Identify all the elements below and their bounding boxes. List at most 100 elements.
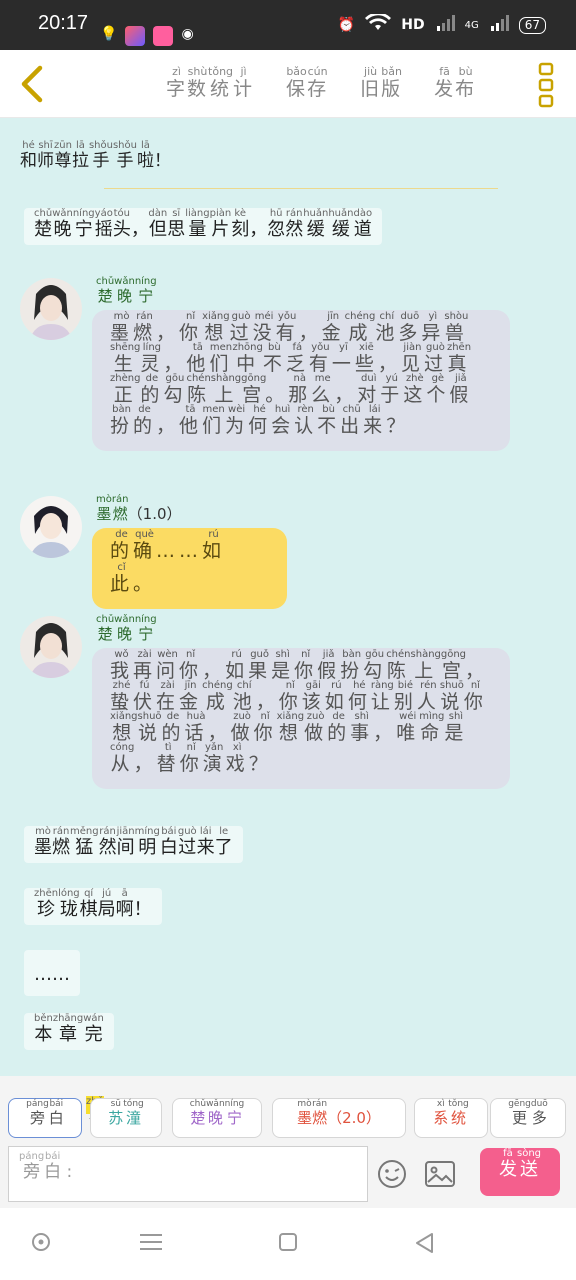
home-square-icon[interactable] <box>278 1232 298 1252</box>
message-char: 晚wǎn <box>52 208 73 240</box>
chat-area[interactable]: 和hé师shī尊zūn拉lā手shǒu手shǒu啦lā！ 楚chǔ晚wǎn宁ní… <box>0 118 576 1076</box>
message-char: 如rú <box>324 680 348 713</box>
role-button-system[interactable]: 系xì统tǒng <box>414 1098 488 1138</box>
message-char: 珍zhēn <box>34 888 59 920</box>
message-char: 白bái <box>159 826 178 858</box>
header-action-0[interactable]: 字zì数shù统tǒng计jì <box>166 65 254 101</box>
message-char: 做zuò <box>230 711 254 744</box>
role-button-su-tong[interactable]: 苏sū潼tóng <box>90 1098 162 1138</box>
menu-icon[interactable] <box>140 1232 162 1252</box>
message-char: 是shì <box>271 649 295 682</box>
back-triangle-icon[interactable] <box>414 1232 434 1254</box>
message-char: 该gāi <box>301 680 325 713</box>
header-action-2[interactable]: 旧jiù版bǎn <box>360 65 402 101</box>
message-char: 拉lā <box>71 140 89 171</box>
message-char: 多duō <box>398 311 422 344</box>
message-char: 上shàng <box>210 373 242 406</box>
message-char: 唯wéi <box>396 711 420 744</box>
message-char: 他tā <box>179 404 203 437</box>
message-input[interactable]: 旁páng白bái : <box>8 1146 368 1202</box>
message-char: 宫gōng <box>440 649 467 682</box>
header-action-char: 统tǒng <box>208 65 234 100</box>
role-char: 燃rán <box>312 1099 328 1127</box>
message-char: 师shī <box>37 140 54 171</box>
image-icon[interactable] <box>424 1160 456 1188</box>
header-action-3[interactable]: 发fā布bù <box>434 65 476 101</box>
role-button-narrator[interactable]: 旁páng白bái <box>8 1098 82 1138</box>
avatar-mo-ran[interactable] <box>20 496 82 558</box>
role-button-more[interactable]: 更gēng多duō <box>490 1098 566 1138</box>
message-char: 个gè <box>426 373 450 406</box>
message-char: 们men <box>202 404 226 437</box>
message-char: 兽shòu <box>444 311 469 344</box>
message-char: 的de <box>327 711 351 744</box>
message-char: 命mìng <box>419 711 445 744</box>
narration-box[interactable]: 本běn章zhāng完wán <box>24 1013 114 1050</box>
message-char: 问wèn <box>156 649 180 682</box>
message-char: 燃rán <box>133 311 157 344</box>
message-char: 上shàng <box>410 649 441 682</box>
message-char: 蛰zhé <box>110 680 134 713</box>
message-char: 在zài <box>156 680 180 713</box>
message-char: 的de <box>161 711 185 744</box>
narration-box[interactable]: 墨mò燃rán猛měng然rán间jiān明míng白bái过guò来lái了l… <box>24 826 243 863</box>
input-placeholder-char: 旁páng <box>19 1151 45 1182</box>
dialogue-bubble[interactable]: 的de确què……如rú此cǐ。 <box>92 528 287 609</box>
header-action-1[interactable]: 保bǎo存cún <box>286 65 328 101</box>
message-char: 们men <box>209 342 233 375</box>
role-char: 统tǒng <box>448 1099 469 1127</box>
message-char: 陈chén <box>386 649 411 682</box>
more-menu-icon[interactable] <box>538 62 554 108</box>
dialogue-bubble[interactable]: 我wǒ再zài问wèn你nǐ，如rú果guǒ是shì你nǐ假jiǎ扮bàn勾gō… <box>92 648 510 789</box>
message-char: 明míng <box>134 826 160 858</box>
battery-icon: 67 <box>518 16 546 34</box>
signal-icon-1 <box>435 14 455 36</box>
message-char: 想xiǎng <box>202 311 230 344</box>
message-char: 出chū <box>340 404 364 437</box>
message-char: 你nǐ <box>179 649 203 682</box>
message-char: 扮bàn <box>340 649 364 682</box>
message-char: 刻kè <box>231 208 250 240</box>
message-char: 过guò <box>229 311 253 344</box>
avatar-chu-wanning[interactable] <box>20 616 82 678</box>
back-arrow-icon[interactable] <box>14 64 54 104</box>
divider-line <box>104 188 498 189</box>
message-char: 来lái <box>363 404 387 437</box>
message-char: 正zhèng <box>110 373 141 406</box>
message-char: 中zhōng <box>232 342 263 375</box>
message-char: 他tā <box>186 342 210 375</box>
message-char: 有yǒu <box>275 311 299 344</box>
message-char: 缓huǎn <box>328 208 354 240</box>
send-char: 发fā <box>498 1148 517 1180</box>
hd-label: HD <box>401 17 425 33</box>
avatar-chu-wanning[interactable] <box>20 278 82 340</box>
message-char: 量liàng <box>185 208 210 240</box>
status-bar: 20:17 💡 ◉ ⏰ HD 4G 67 <box>0 0 576 50</box>
role-button-mo-ran[interactable]: 墨mò燃rán（2.0） <box>272 1098 406 1138</box>
message-char: 生shēng <box>110 342 141 375</box>
dialogue-bubble[interactable]: 墨mò燃rán，你nǐ想xiǎng过guò没méi有yǒu，金jīn成chéng… <box>92 310 510 451</box>
narration-box[interactable]: 楚chǔ晚wǎn宁níng摇yáo头tóu，但dàn思sī量liàng片piàn… <box>24 208 383 245</box>
message-char: 人rén <box>416 680 440 713</box>
role-char: 潼tóng <box>123 1099 144 1127</box>
assistant-circle-icon[interactable] <box>31 1232 51 1252</box>
message-char: 宫gōng <box>241 373 267 406</box>
message-char: 为wèi <box>225 404 249 437</box>
message-char: 过guò <box>177 826 197 858</box>
message-char: 猛měng <box>70 826 99 858</box>
role-button-chu-wanning[interactable]: 楚chǔ晚wǎn宁níng <box>172 1098 262 1138</box>
message-char: 了le <box>214 826 233 858</box>
message-char: 说shuō <box>439 680 464 713</box>
narration-box[interactable]: 珍zhēn珑lóng棋qí局jú啊ā！ <box>24 888 162 925</box>
speaker-name: 楚chǔ晚wǎn宁níng <box>96 614 157 644</box>
header-action-char: 保bǎo <box>286 65 308 100</box>
message-char: 说shuō <box>137 711 162 744</box>
emoji-icon[interactable] <box>376 1158 408 1190</box>
message-char: 从cóng <box>110 742 135 775</box>
message-char: 池chí <box>375 311 399 344</box>
input-colon: : <box>61 1162 73 1182</box>
narration-box[interactable]: …… <box>24 950 80 996</box>
role-char: 旁páng <box>26 1099 49 1127</box>
send-button[interactable]: 发fā送sòng <box>480 1148 560 1196</box>
speaker-char: 宁níng <box>134 614 157 643</box>
